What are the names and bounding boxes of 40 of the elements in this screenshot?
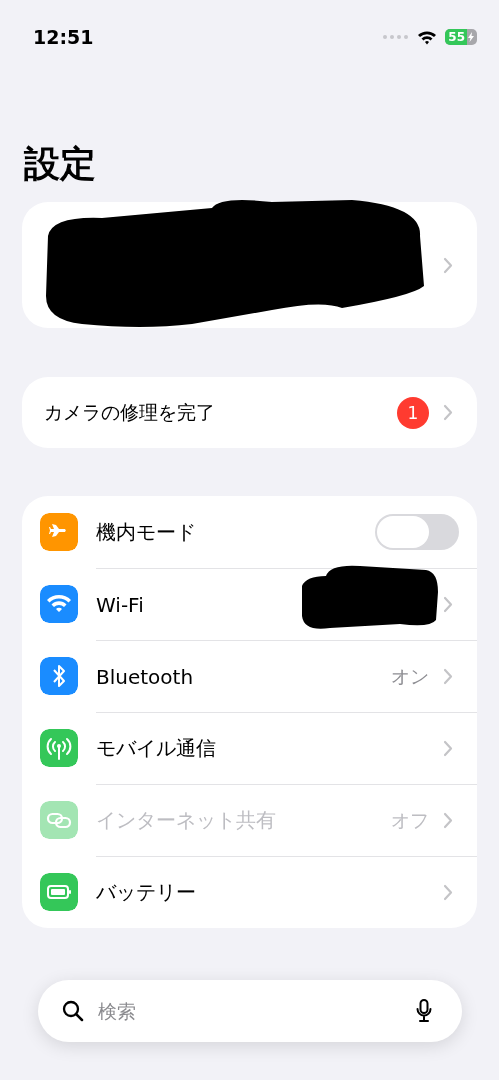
airplane-icon: [40, 513, 78, 551]
toggle-switch[interactable]: [375, 514, 459, 550]
settings-row[interactable]: Wi-Fi: [22, 568, 477, 640]
signal-icon: [383, 35, 410, 39]
account-card[interactable]: [22, 202, 477, 328]
wifi-icon: [417, 29, 438, 45]
chain-link-icon: [40, 801, 78, 839]
setting-label: 機内モード: [96, 518, 197, 546]
setting-value: オフ: [391, 807, 429, 833]
search-bar[interactable]: 検索: [38, 980, 462, 1042]
settings-row[interactable]: バッテリー: [22, 856, 477, 928]
chevron-icon: [443, 596, 453, 613]
setting-label: インターネット共有: [96, 807, 277, 834]
search-field[interactable]: 検索: [96, 999, 404, 1023]
antenna-icon: [40, 729, 78, 767]
battery-icon: [40, 873, 78, 911]
settings-row[interactable]: 機内モード: [22, 496, 477, 568]
clock: 12:51: [33, 26, 94, 48]
settings-row[interactable]: Bluetooth オン: [22, 640, 477, 712]
chevron-icon: [443, 812, 453, 829]
chevron-icon: [443, 256, 453, 274]
setting-label: バッテリー: [96, 879, 197, 906]
chevron-icon: [443, 404, 453, 421]
notification-badge: 1: [397, 396, 429, 429]
chevron-icon: [443, 740, 453, 757]
notice-label: カメラの修理を完了: [44, 399, 216, 425]
setting-label: Wi-Fi: [96, 592, 145, 617]
notice-row[interactable]: カメラの修理を完了 1: [22, 377, 477, 448]
settings-row[interactable]: モバイル通信: [22, 712, 477, 784]
battery-icon: 55: [445, 29, 477, 45]
microphone-icon[interactable]: [416, 999, 432, 1023]
setting-value: オン: [391, 663, 429, 689]
bluetooth-icon: [40, 657, 78, 695]
setting-label: Bluetooth: [96, 664, 195, 689]
chevron-icon: [443, 668, 453, 685]
wifi-icon: [40, 585, 78, 623]
page-title: 設定: [24, 142, 96, 186]
setting-label: モバイル通信: [96, 735, 217, 762]
chevron-icon: [443, 884, 453, 901]
search-icon: [62, 1000, 84, 1022]
